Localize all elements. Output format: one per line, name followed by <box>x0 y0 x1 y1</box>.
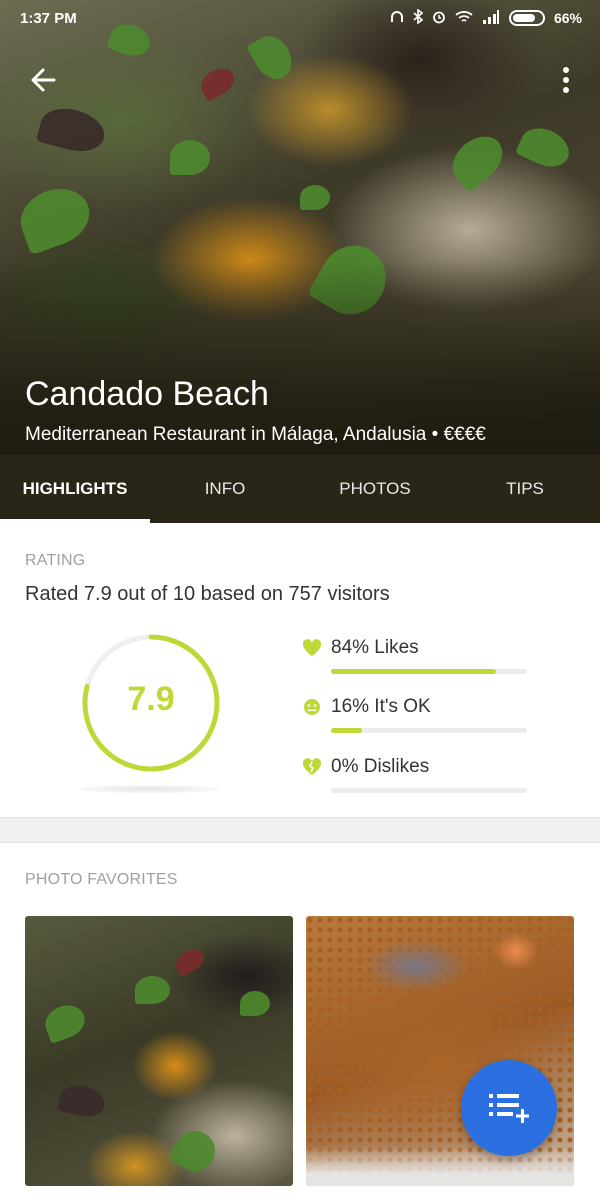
rating-description: Rated 7.9 out of 10 based on 757 visitor… <box>25 583 390 605</box>
photo-leaf <box>514 121 576 174</box>
ok-label: 16% It's OK <box>331 696 431 717</box>
photo-leaf <box>35 102 110 158</box>
photo-leaf <box>172 944 208 978</box>
dislikes-bar <box>331 788 527 793</box>
status-icons: 66% <box>390 8 582 27</box>
more-vert-icon <box>563 67 569 93</box>
venue-subtitle: Mediterranean Restaurant in Málaga, Anda… <box>25 424 486 445</box>
photo-leaf <box>300 185 330 210</box>
add-to-list-icon <box>489 1094 529 1123</box>
photo-leaf <box>240 991 270 1016</box>
photo-leaf <box>443 127 512 193</box>
heart-icon <box>302 639 322 656</box>
battery-icon <box>508 10 545 26</box>
wifi-icon <box>455 10 473 27</box>
tab-info[interactable]: INFO <box>150 455 300 523</box>
ok-bar-fill <box>331 728 363 733</box>
photo-leaf <box>196 62 239 103</box>
venue-tabs: HIGHLIGHTS INFO PHOTOS TIPS <box>0 455 600 523</box>
broken-heart-icon <box>302 758 322 775</box>
likes-bar <box>331 669 527 674</box>
section-divider <box>0 817 600 843</box>
rating-score: 7.9 <box>127 680 175 718</box>
photo-leaf <box>12 179 98 256</box>
photo-favorite-1[interactable] <box>25 916 293 1186</box>
add-to-list-button[interactable] <box>461 1060 557 1156</box>
tab-highlights[interactable]: HIGHLIGHTS <box>0 455 150 523</box>
back-arrow-icon <box>31 68 56 92</box>
rating-section-label: RATING <box>25 552 86 569</box>
likes-bar-fill <box>331 669 496 674</box>
ok-bar <box>331 728 527 733</box>
status-bar: 1:37 PM 66% <box>0 0 600 36</box>
photo-favorites-label: PHOTO FAVORITES <box>25 871 178 888</box>
neutral-face-icon <box>304 699 320 715</box>
photo-leaf <box>40 1000 90 1044</box>
active-tab-indicator <box>0 519 150 523</box>
alarm-icon <box>432 10 446 27</box>
signal-icon <box>482 9 500 27</box>
gauge-shadow <box>80 785 220 793</box>
battery-percent: 66% <box>553 10 582 26</box>
photo-leaf <box>246 29 299 86</box>
dislikes-label: 0% Dislikes <box>331 756 430 777</box>
venue-name: Candado Beach <box>25 375 269 413</box>
back-button[interactable] <box>24 60 64 100</box>
bluetooth-icon <box>413 8 424 27</box>
tab-tips[interactable]: TIPS <box>450 455 600 523</box>
photo-leaf <box>167 1123 223 1179</box>
photo-leaf <box>170 140 210 175</box>
photo-leaf <box>56 1080 109 1122</box>
photo-leaf <box>135 976 170 1004</box>
more-options-button[interactable] <box>548 60 584 100</box>
plate-rim <box>306 1146 574 1186</box>
headphones-icon <box>390 10 404 27</box>
tab-photos[interactable]: PHOTOS <box>300 455 450 523</box>
status-time: 1:37 PM <box>20 10 77 27</box>
likes-label: 84% Likes <box>331 637 419 658</box>
